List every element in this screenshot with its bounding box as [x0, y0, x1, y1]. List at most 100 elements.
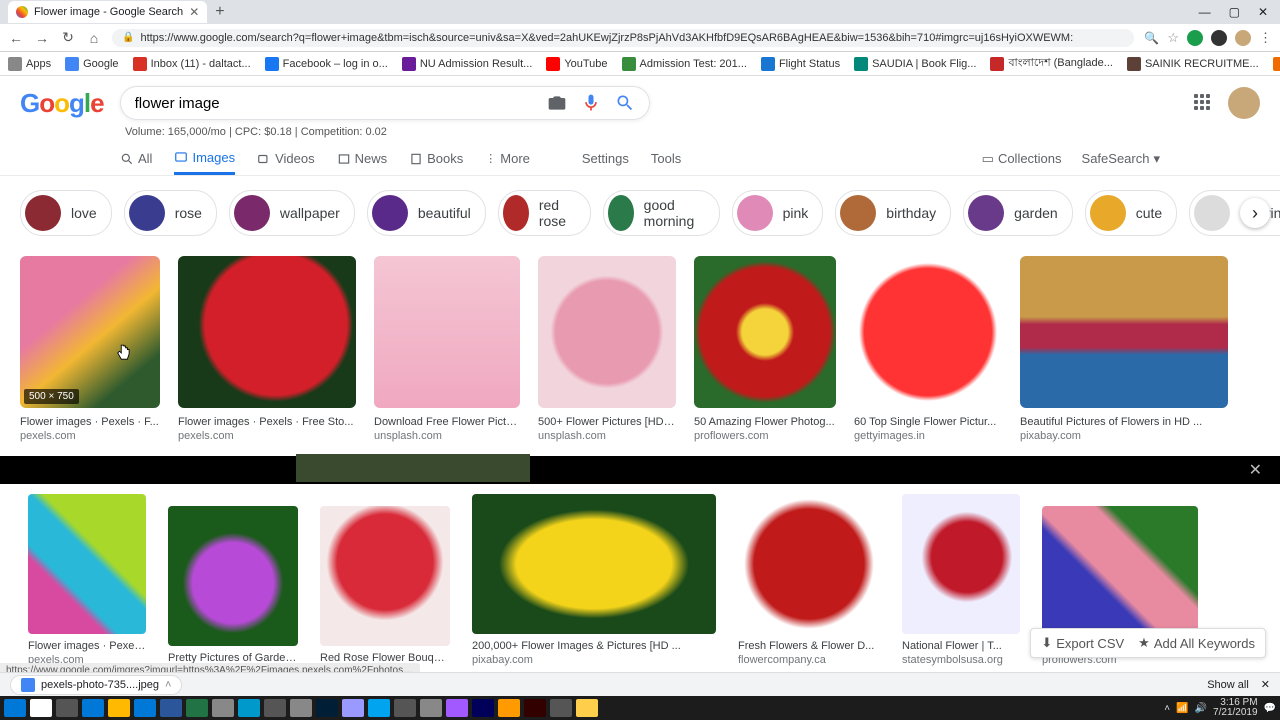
tray-notifications-icon[interactable]: 💬 — [1264, 703, 1276, 714]
suggestion-chip[interactable]: wallpaper — [229, 190, 355, 236]
taskbar-misc4-icon[interactable] — [290, 699, 312, 717]
image-result[interactable]: 60 Top Single Flower Pictur...gettyimage… — [854, 256, 1002, 442]
taskbar-an-icon[interactable] — [498, 699, 520, 717]
tab-close-icon[interactable]: ✕ — [189, 5, 199, 19]
profile-avatar-icon[interactable] — [1235, 30, 1251, 46]
taskbar-chrome-icon[interactable] — [576, 699, 598, 717]
image-result[interactable]: Beautiful Pictures of Flowers in HD ...p… — [1020, 256, 1228, 442]
nav-more[interactable]: ⋮More — [485, 142, 530, 175]
apps-grid-icon[interactable] — [1194, 94, 1212, 112]
zoom-icon[interactable]: 🔍 — [1144, 31, 1159, 45]
nav-books[interactable]: Books — [409, 142, 463, 175]
close-download-bar-icon[interactable]: ✕ — [1261, 678, 1270, 691]
tray-wifi-icon[interactable]: 📶 — [1176, 703, 1188, 714]
add-keywords-button[interactable]: ★ Add All Keywords — [1138, 635, 1255, 651]
bookmark-item[interactable]: Google — [65, 57, 118, 71]
bookmark-item[interactable]: Flight Status — [761, 57, 840, 71]
reload-button[interactable]: ↻ — [60, 29, 76, 46]
taskbar-misc1-icon[interactable] — [212, 699, 234, 717]
taskbar-search-icon[interactable] — [30, 699, 52, 717]
home-button[interactable]: ⌂ — [86, 30, 102, 46]
bookmark-item[interactable]: Facebook – log in o... — [265, 57, 388, 71]
bookmark-item[interactable]: Apps — [8, 57, 51, 71]
taskbar-excel-icon[interactable] — [186, 699, 208, 717]
bookmark-item[interactable]: বাংলাদেশ (Banglade... — [990, 54, 1113, 73]
image-result[interactable]: Flower images · Pexels · Free Sto...pexe… — [178, 256, 356, 442]
google-logo[interactable]: Google — [20, 88, 104, 119]
nav-videos[interactable]: Videos — [257, 142, 315, 175]
new-tab-button[interactable]: + — [207, 3, 232, 21]
nav-settings[interactable]: Settings — [582, 142, 629, 175]
taskbar-mail-icon[interactable] — [134, 699, 156, 717]
extension-icon[interactable] — [1211, 30, 1227, 46]
camera-icon[interactable] — [547, 93, 567, 113]
close-preview-icon[interactable]: ✕ — [1249, 460, 1262, 480]
safesearch-button[interactable]: SafeSearch▾ — [1082, 151, 1160, 167]
menu-icon[interactable]: ⋮ — [1259, 30, 1272, 46]
image-result[interactable]: Fresh Flowers & Flower D...flowercompany… — [738, 494, 880, 666]
search-input[interactable] — [135, 95, 547, 112]
image-result[interactable]: National Flower | T...statesymbolsusa.or… — [902, 494, 1020, 666]
suggestion-chip[interactable]: pink — [732, 190, 824, 236]
image-result[interactable]: Flower images · Pexels · F...pexels.com — [28, 494, 146, 666]
suggestion-chip[interactable]: beautiful — [367, 190, 486, 236]
image-result[interactable]: 500 × 750Flower images · Pexels · F...pe… — [20, 256, 160, 442]
bookmark-item[interactable]: প্রকল্প — [1273, 54, 1280, 73]
download-item[interactable]: pexels-photo-735....jpeg ˄ — [10, 675, 182, 695]
taskbar-files-icon[interactable] — [108, 699, 130, 717]
bookmark-item[interactable]: SAINIK RECRUITME... — [1127, 57, 1259, 71]
taskbar-ae-icon[interactable] — [446, 699, 468, 717]
image-result[interactable]: 50 Amazing Flower Photog...proflowers.co… — [694, 256, 836, 442]
taskbar-misc5-icon[interactable] — [368, 699, 390, 717]
chips-next-button[interactable]: › — [1240, 198, 1270, 228]
bookmark-item[interactable]: Admission Test: 201... — [622, 57, 747, 71]
bookmark-item[interactable]: YouTube — [546, 57, 607, 71]
nav-news[interactable]: News — [337, 142, 388, 175]
maximize-button[interactable]: ▢ — [1229, 5, 1240, 19]
taskbar-ps-icon[interactable] — [316, 699, 338, 717]
close-window-button[interactable]: ✕ — [1258, 5, 1268, 19]
tray-up-icon[interactable]: ˄ — [1164, 703, 1170, 714]
chevron-up-icon[interactable]: ˄ — [165, 679, 171, 691]
image-result[interactable]: 500+ Flower Pictures [HD] ...unsplash.co… — [538, 256, 676, 442]
suggestion-chip[interactable]: cute — [1085, 190, 1177, 236]
user-avatar[interactable] — [1228, 87, 1260, 119]
taskbar-word-icon[interactable] — [160, 699, 182, 717]
search-box[interactable] — [120, 86, 650, 120]
taskbar-misc6-icon[interactable] — [394, 699, 416, 717]
bookmark-item[interactable]: NU Admission Result... — [402, 57, 532, 71]
tray-volume-icon[interactable]: 🔊 — [1195, 703, 1207, 714]
nav-images[interactable]: Images — [174, 142, 235, 175]
forward-button[interactable]: → — [34, 30, 50, 46]
taskbar-ai-icon[interactable] — [472, 699, 494, 717]
suggestion-chip[interactable]: birthday — [835, 190, 951, 236]
minimize-button[interactable]: — — [1199, 5, 1211, 19]
nav-tools[interactable]: Tools — [651, 142, 681, 175]
taskbar-edge-icon[interactable] — [82, 699, 104, 717]
search-icon[interactable] — [615, 93, 635, 113]
bookmark-star-icon[interactable]: ☆ — [1167, 30, 1179, 46]
taskbar-misc2-icon[interactable] — [238, 699, 260, 717]
collections-button[interactable]: ▭Collections — [982, 151, 1062, 167]
back-button[interactable]: ← — [8, 30, 24, 46]
browser-tab[interactable]: Flower image - Google Search ✕ — [8, 1, 207, 23]
nav-all[interactable]: All — [120, 142, 152, 175]
bookmark-item[interactable]: Inbox (11) - daltact... — [133, 57, 251, 71]
mic-icon[interactable] — [581, 93, 601, 113]
image-result[interactable]: 200,000+ Flower Images & Pictures [HD ..… — [472, 494, 716, 666]
taskbar-misc9-icon[interactable] — [550, 699, 572, 717]
taskbar-misc7-icon[interactable] — [420, 699, 442, 717]
suggestion-chip[interactable]: garden — [963, 190, 1073, 236]
suggestion-chip[interactable]: good morning — [603, 190, 720, 236]
extension-icon[interactable] — [1187, 30, 1203, 46]
suggestion-chip[interactable]: red rose — [498, 190, 591, 236]
taskbar-clock[interactable]: 3:16 PM 7/21/2019 — [1213, 698, 1258, 718]
bookmark-item[interactable]: SAUDIA | Book Flig... — [854, 57, 976, 71]
taskbar-taskview-icon[interactable] — [56, 699, 78, 717]
image-result[interactable]: Download Free Flower Pictu...unsplash.co… — [374, 256, 520, 442]
suggestion-chip[interactable]: rose — [124, 190, 217, 236]
show-all-downloads-button[interactable]: Show all — [1207, 679, 1249, 691]
image-result[interactable]: Red Rose Flower Bouquet ... — [320, 506, 450, 666]
image-result[interactable]: Pretty Pictures of Garden ... — [168, 506, 298, 666]
taskbar-start-icon[interactable] — [4, 699, 26, 717]
